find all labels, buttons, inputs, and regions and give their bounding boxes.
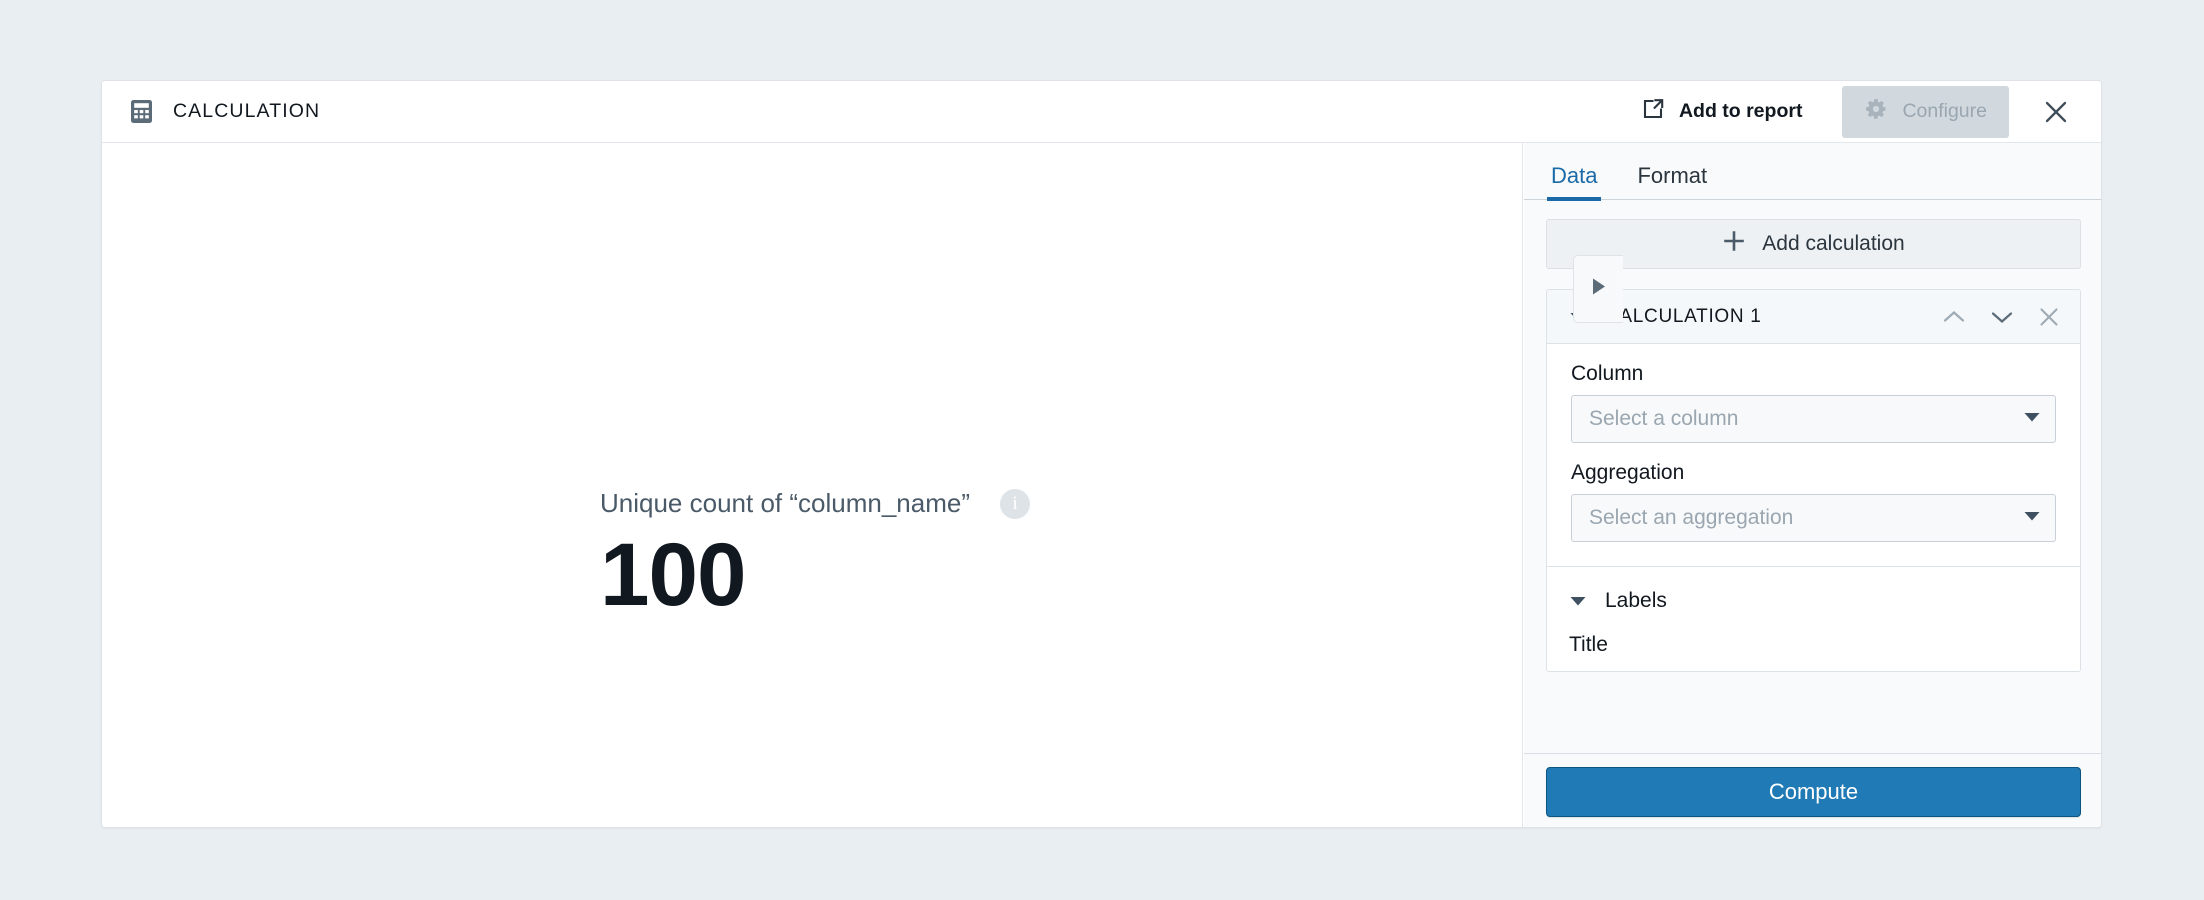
column-select-value: Select a column (1589, 407, 1739, 430)
aggregation-field-group: Aggregation Select an aggregation (1571, 461, 2056, 542)
configure-label: Configure (1902, 100, 1987, 122)
tab-format[interactable]: Format (1633, 163, 1711, 199)
aggregation-select-value: Select an aggregation (1589, 506, 1794, 529)
move-calculation-down-button[interactable] (1988, 306, 2016, 328)
gear-icon (1864, 97, 1888, 127)
title-field-label: Title (1569, 633, 1608, 656)
external-link-icon (1641, 97, 1665, 127)
add-to-report-button[interactable]: Add to report (1627, 89, 1816, 135)
remove-calculation-button[interactable] (2036, 304, 2062, 330)
labels-section-header[interactable]: Labels (1569, 589, 2056, 613)
chevron-up-icon (1942, 310, 1966, 329)
tab-data[interactable]: Data (1547, 163, 1602, 201)
panel-tabs: Data Format (1524, 143, 2101, 201)
chevron-down-icon (1990, 311, 2014, 329)
add-calculation-button[interactable]: Add calculation (1546, 219, 2081, 269)
close-icon (2038, 307, 2060, 331)
add-calculation-label: Add calculation (1762, 232, 1905, 255)
collapse-panel-toggle[interactable] (1573, 255, 1623, 323)
triangle-down-icon (2023, 509, 2041, 527)
aggregation-select[interactable]: Select an aggregation (1571, 494, 2056, 542)
labels-section: Labels Title (1547, 566, 2080, 671)
panel-footer: Compute (1524, 753, 2101, 827)
add-to-report-label: Add to report (1678, 100, 1803, 122)
calculation-result: Unique count of “column_name” i 100 (600, 488, 1030, 622)
column-field-group: Column Select a column (1571, 362, 2056, 443)
page-title: CALCULATION (173, 100, 321, 122)
plus-icon (1722, 229, 1746, 259)
result-value: 100 (600, 524, 746, 624)
widget-header: CALCULATION Add to report Configure (102, 81, 2101, 143)
calculation-block-tools (1940, 304, 2062, 330)
result-header: Unique count of “column_name” i (600, 488, 1030, 519)
widget-canvas: Unique count of “column_name” i 100 (102, 143, 1523, 827)
info-icon[interactable]: i (999, 488, 1030, 519)
close-widget-button[interactable] (2037, 93, 2075, 131)
triangle-down-icon (2023, 410, 2041, 428)
triangle-down-icon[interactable] (1569, 595, 1587, 607)
calculation-block-title: CALCULATION 1 (1605, 305, 1762, 327)
header-actions: Add to report Configure (1627, 81, 2101, 142)
config-panel: Data Format Add calculation CALCULATION … (1524, 143, 2101, 827)
calculation-block-body: Column Select a column Aggregation Selec… (1547, 344, 2080, 566)
labels-section-title: Labels (1605, 589, 1667, 612)
result-label: Unique count of “column_name” (600, 488, 970, 518)
aggregation-field-label: Aggregation (1571, 461, 1685, 484)
close-icon (2043, 101, 2069, 128)
move-calculation-up-button[interactable] (1940, 306, 1968, 328)
compute-button[interactable]: Compute (1546, 766, 2081, 817)
widget-title-group: CALCULATION (130, 99, 320, 124)
triangle-right-icon (1591, 277, 1607, 301)
calculation-widget-card: CALCULATION Add to report Configure Uniq… (101, 80, 2102, 828)
calculator-icon (130, 99, 153, 124)
calculation-block: CALCULATION 1 Column Select a column Agg… (1546, 289, 2081, 672)
calculation-block-header: CALCULATION 1 (1547, 290, 2080, 344)
column-select[interactable]: Select a column (1571, 395, 2056, 443)
configure-button[interactable]: Configure (1842, 85, 2009, 138)
column-field-label: Column (1571, 362, 1644, 385)
